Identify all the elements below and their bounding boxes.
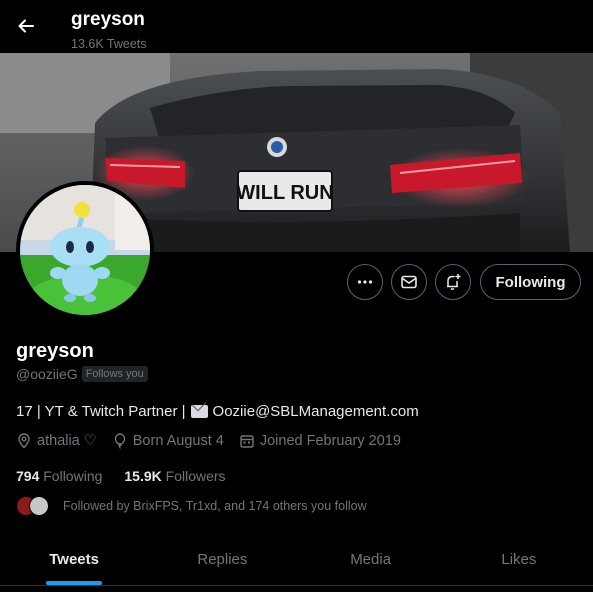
- joined-text: Joined February 2019: [259, 433, 401, 449]
- joined-item: Joined February 2019: [239, 433, 401, 449]
- profile-bio: 17 | YT & Twitch Partner | Ooziie@SBLMan…: [16, 403, 419, 420]
- location-icon: [18, 433, 30, 449]
- tab-label: Media: [350, 550, 392, 568]
- envelope-emoji-icon: [190, 405, 208, 418]
- tab-media[interactable]: Media: [297, 533, 445, 585]
- license-plate-text: WILL RUN: [236, 182, 333, 204]
- followers-label: Followers: [165, 468, 226, 484]
- header-title: greyson: [71, 9, 145, 30]
- bio-email: Ooziie@SBLManagement.com: [212, 403, 419, 420]
- following-count: 794: [16, 468, 40, 484]
- following-button[interactable]: Following: [480, 264, 581, 300]
- more-icon: [357, 280, 373, 284]
- tweet-count: 13.6K Tweets: [71, 37, 147, 51]
- top-bar: greyson 13.6K Tweets: [0, 0, 593, 53]
- followers-count: 15.9K: [124, 468, 162, 484]
- profile-avatar[interactable]: [16, 181, 154, 319]
- display-name: greyson: [16, 340, 94, 362]
- mail-icon: [401, 275, 417, 289]
- handle-row: @ooziieG Follows you: [16, 366, 148, 382]
- back-arrow-icon: [18, 19, 34, 33]
- followed-by-row[interactable]: Followed by BrixFPS, Tr1xd, and 174 othe…: [16, 496, 367, 516]
- follower-avatars: [16, 496, 51, 516]
- tab-tweets[interactable]: Tweets: [0, 533, 148, 585]
- bio-text: 17 | YT & Twitch Partner |: [16, 403, 186, 420]
- profile-tabs: Tweets Replies Media Likes: [0, 533, 593, 586]
- tab-replies[interactable]: Replies: [148, 533, 296, 585]
- followers-stat[interactable]: 15.9K Followers: [124, 468, 225, 484]
- birthday-item: Born August 4: [112, 433, 224, 449]
- tab-label: Likes: [501, 550, 537, 568]
- user-handle: @ooziieG: [16, 366, 78, 382]
- following-stat[interactable]: 794 Following: [16, 468, 102, 484]
- avatar-image: [20, 185, 150, 315]
- message-button[interactable]: [391, 264, 427, 300]
- birthday-text: Born August 4: [132, 433, 224, 449]
- active-tab-indicator: [46, 581, 103, 585]
- follows-you-badge: Follows you: [81, 366, 148, 382]
- followed-by-text: Followed by BrixFPS, Tr1xd, and 174 othe…: [63, 499, 367, 513]
- follower-avatar: [29, 496, 49, 516]
- location-text: athalia ♡: [37, 433, 97, 449]
- back-button[interactable]: [10, 10, 42, 42]
- location-item: athalia ♡: [16, 433, 97, 449]
- tab-likes[interactable]: Likes: [445, 533, 593, 585]
- tab-label: Tweets: [49, 550, 99, 568]
- calendar-icon: [240, 435, 254, 448]
- notification-plus-icon: [447, 274, 461, 290]
- more-button[interactable]: [347, 264, 383, 300]
- notifications-button[interactable]: [435, 264, 471, 300]
- tab-label: Replies: [197, 550, 248, 568]
- profile-meta: athalia ♡ Born August 4 Joined February …: [16, 433, 416, 449]
- balloon-icon: [114, 433, 125, 449]
- follow-stats: 794 Following 15.9K Followers: [16, 468, 226, 484]
- following-label: Following: [43, 468, 103, 484]
